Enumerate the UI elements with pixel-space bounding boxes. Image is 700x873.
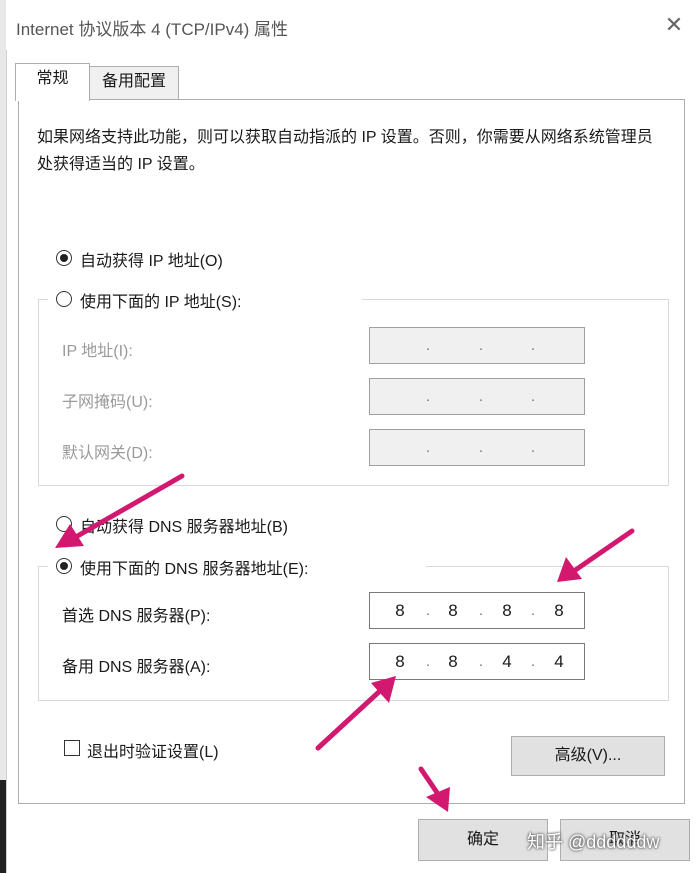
tab-general[interactable]: 常规 — [15, 63, 90, 101]
arrow-to-ok-button — [418, 766, 450, 812]
arrow-to-alternate-dns — [315, 676, 396, 751]
annotation-arrows — [55, 473, 635, 812]
arrow-to-preferred-dns — [557, 528, 635, 582]
arrow-to-manual-dns — [55, 473, 185, 548]
